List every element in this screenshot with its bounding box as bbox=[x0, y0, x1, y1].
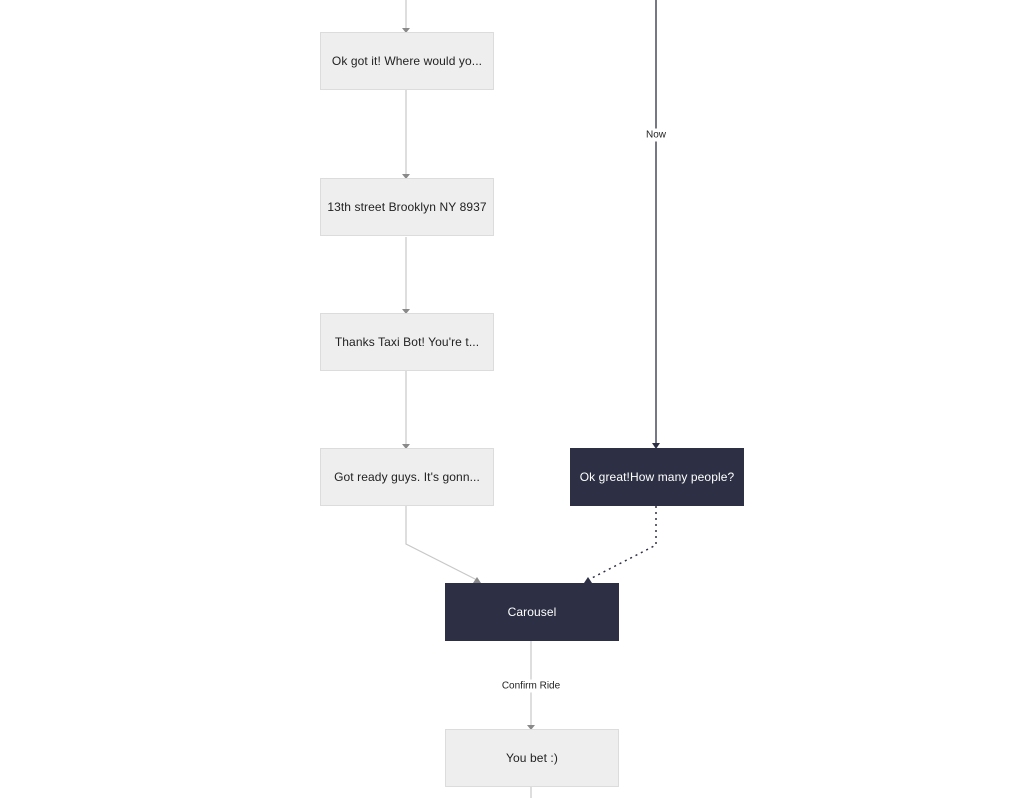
edge-n5-to-n6[interactable] bbox=[587, 506, 657, 581]
node-label: Got ready guys. It's gonn... bbox=[334, 470, 480, 484]
node-label: Ok great!How many people? bbox=[579, 470, 735, 484]
flow-node-carousel[interactable]: Carousel bbox=[445, 583, 619, 641]
edge-n4-to-n6[interactable] bbox=[405, 506, 478, 581]
node-label: You bet :) bbox=[506, 751, 558, 765]
flow-node-address[interactable]: 13th street Brooklyn NY 8937 bbox=[320, 178, 494, 236]
node-label: 13th street Brooklyn NY 8937 bbox=[327, 200, 487, 214]
node-label: Thanks Taxi Bot! You're t... bbox=[334, 335, 480, 349]
flow-node-got-ready[interactable]: Got ready guys. It's gonn... bbox=[320, 448, 494, 506]
edges-layer bbox=[402, 0, 660, 798]
flow-node-how-many-people[interactable]: Ok great!How many people? bbox=[570, 448, 744, 506]
flow-node-where-would-you[interactable]: Ok got it! Where would yo... bbox=[320, 32, 494, 90]
flow-node-thanks-taxi-bot[interactable]: Thanks Taxi Bot! You're t... bbox=[320, 313, 494, 371]
node-label: Ok got it! Where would yo... bbox=[331, 54, 483, 68]
flow-node-you-bet[interactable]: You bet :) bbox=[445, 729, 619, 787]
edge-label-now: Now bbox=[643, 128, 669, 142]
node-label: Carousel bbox=[507, 605, 557, 619]
edge-label-confirm-ride: Confirm Ride bbox=[499, 679, 563, 693]
